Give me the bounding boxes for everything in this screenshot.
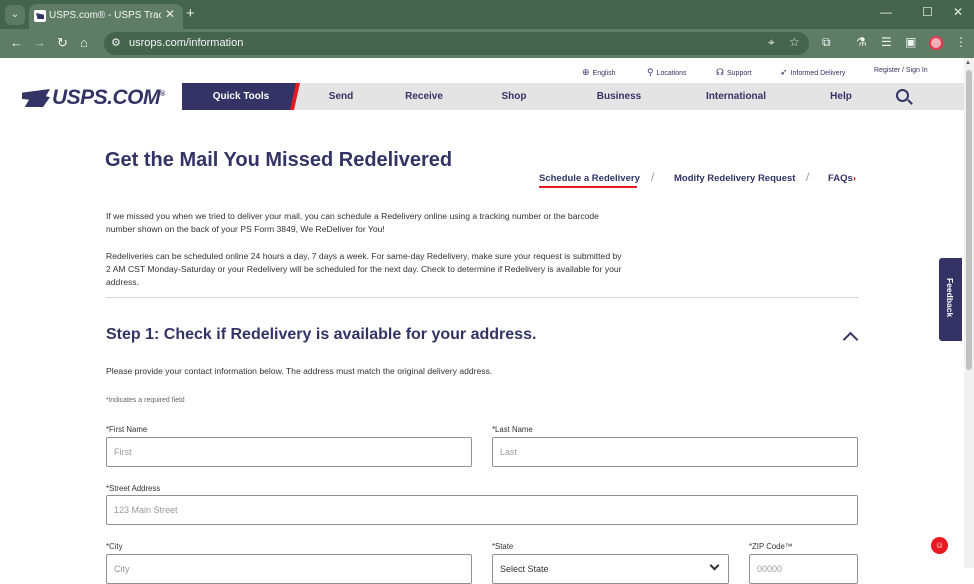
tab-close-icon[interactable]: ✕ [165,7,175,21]
first-name-input[interactable] [106,437,472,467]
city-label: *City [106,542,123,551]
state-label: *State [492,542,514,551]
nav-help[interactable]: Help [830,91,852,102]
last-name-input[interactable] [492,437,858,467]
city-input[interactable] [106,554,472,584]
browser-menu-icon[interactable]: ⋮ [955,35,967,49]
subnav-separator: / [806,170,810,184]
nav-international[interactable]: International [706,91,766,102]
location-pin-icon[interactable]: ⌖ [768,35,775,50]
last-name-label: *Last Name [492,425,533,434]
nav-business[interactable]: Business [597,91,641,102]
maximize-button[interactable]: ☐ [922,5,933,19]
url-text[interactable]: usrops.com/information [129,37,243,49]
locations-link[interactable]: ⚲ Locations [647,67,687,78]
usps-favicon-icon [34,10,46,22]
contact-helper-text: Please provide your contact information … [106,366,493,376]
informed-delivery-link[interactable]: ➶ Informed Delivery [780,67,845,78]
tab-search-button[interactable]: ⌄ [5,5,25,25]
subnav-schedule-redelivery[interactable]: Schedule a Redelivery [539,173,640,184]
first-name-label: *First Name [106,425,148,434]
zip-code-input[interactable] [749,554,858,584]
reading-list-icon[interactable]: ☰ [881,35,892,49]
intro-text-line: 2 AM CST Monday-Saturday or your Redeliv… [106,264,622,274]
chevron-up-icon[interactable] [843,330,857,344]
state-select[interactable]: Select State [492,554,729,584]
search-icon[interactable] [896,89,909,102]
browser-toolbar: ← → ↻ ⌂ ⚙ usrops.com/information ⌖ ☆ ⧉ ⚗… [0,29,974,58]
chat-help-icon[interactable]: ☺ [931,537,948,554]
intro-text-line: number shown on the back of your PS Form… [106,224,385,234]
feedback-tab[interactable]: Feedback [939,258,962,341]
extensions-icon[interactable]: ⧉ [822,35,831,50]
browser-tab-active[interactable]: USPS.com® - USPS Tracking® ✕ [29,4,183,29]
new-tab-button[interactable]: + [186,5,195,23]
labs-flask-icon[interactable]: ⚗ [856,35,867,49]
step-1-heading: Step 1: Check if Redelivery is available… [106,326,537,343]
feedback-label: Feedback [945,278,955,318]
site-info-icon[interactable]: ⚙ [111,36,121,49]
scrollbar-thumb[interactable] [966,70,972,370]
utility-nav: ⊕ English ⚲ Locations ☊ Support ➶ Informed D… [0,58,964,84]
nav-send[interactable]: Send [329,91,353,102]
nav-receive[interactable]: Receive [405,91,443,102]
zip-code-label: *ZIP Code™ [749,542,793,551]
forward-button[interactable]: → [33,35,46,51]
eagle-icon: ➶ [780,67,788,77]
logo-text: USPS.COM® [52,86,165,109]
language-link[interactable]: ⊕ English [582,67,616,78]
reload-button[interactable]: ↻ [57,35,68,51]
usps-logo[interactable]: USPS.COM® [22,86,177,110]
subnav-faqs[interactable]: FAQs› [828,173,856,184]
tab-title: USPS.com® - USPS Tracking® [49,10,161,21]
subnav-modify-request[interactable]: Modify Redelivery Request [674,173,795,184]
page-title: Get the Mail You Missed Redelivered [105,149,453,171]
close-window-button[interactable]: ✕ [953,5,963,19]
profile-avatar-icon[interactable] [929,36,943,50]
quick-tools-label[interactable]: Quick Tools [182,91,300,102]
required-field-note: *indicates a required field [106,397,185,404]
main-nav: Quick Tools Send Receive Shop Business I… [182,83,964,110]
globe-icon: ⊕ [582,67,590,77]
subnav-active-indicator [539,186,637,188]
intro-text-line: If we missed you when we tried to delive… [106,211,599,221]
street-address-label: *Street Address [106,484,161,493]
home-button[interactable]: ⌂ [80,35,88,51]
support-link[interactable]: ☊ Support [716,67,752,78]
side-panel-icon[interactable]: ▣ [905,35,916,49]
street-address-input[interactable] [106,495,858,525]
usps-eagle-icon [22,89,50,107]
minimize-button[interactable]: — [880,5,892,19]
browser-titlebar: ⌄ USPS.com® - USPS Tracking® ✕ + — ☐ ✕ [0,0,974,29]
intro-text-line: address. [106,277,139,287]
bookmark-star-icon[interactable]: ☆ [789,35,800,49]
register-sign-in-link[interactable]: Register / Sign In [874,67,928,74]
section-divider [106,297,859,298]
nav-shop[interactable]: Shop [502,91,527,102]
intro-text-line: Redeliveries can be scheduled online 24 … [106,251,622,261]
headset-icon: ☊ [716,67,724,77]
location-pin-icon: ⚲ [647,67,654,77]
subnav-separator: / [651,170,655,184]
chevron-right-icon: › [852,173,856,184]
address-bar[interactable]: ⚙ usrops.com/information ⌖ ☆ [104,32,809,55]
page-scrollbar[interactable]: ▲ [964,58,974,568]
scroll-up-icon[interactable]: ▲ [965,60,971,66]
back-button[interactable]: ← [10,35,23,51]
